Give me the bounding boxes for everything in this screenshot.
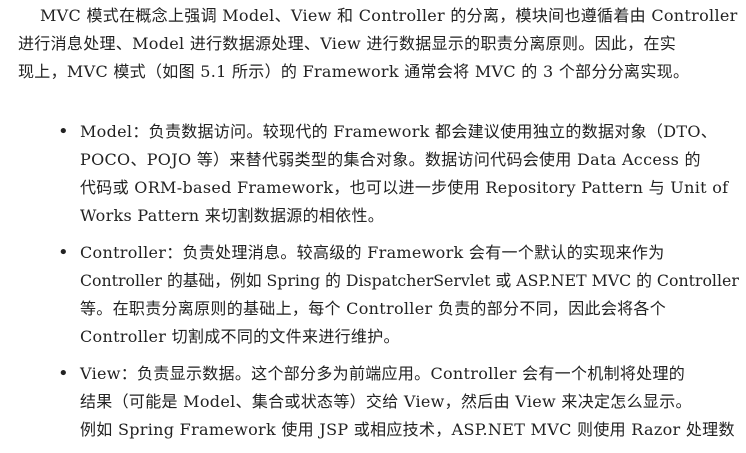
intro-line-1: MVC 模式在概念上强调 Model、View 和 Controller 的分离… — [40, 6, 738, 25]
intro-line-3: 现上，MVC 模式（如图 5.1 所示）的 Framework 通常会将 MVC… — [18, 62, 690, 81]
bullet-model: • — [58, 121, 69, 142]
view-line-1: View：负责显示数据。这个部分多为前端应用。Controller 会有一个机制… — [80, 364, 686, 383]
controller-line-3: 等。在职责分离原则的基础上，每个 Controller 负责的部分不同，因此会将… — [80, 299, 667, 318]
model-line-1: Model：负责数据访问。较现代的 Framework 都会建议使用独立的数据对… — [80, 122, 718, 141]
bullet-controller: • — [58, 242, 69, 263]
view-line-3: 例如 Spring Framework 使用 JSP 或相应技术，ASP.NET… — [80, 420, 735, 439]
view-line-2: 结果（可能是 Model、集合或状态等）交给 View，然后由 View 来决定… — [80, 392, 692, 411]
model-line-4: Works Pattern 来切割数据源的相依性。 — [80, 206, 385, 225]
bullet-view: • — [58, 363, 69, 384]
controller-line-1: Controller：负责处理消息。较高级的 Framework 会有一个默认的… — [80, 243, 665, 262]
controller-line-2: Controller 的基础，例如 Spring 的 DispatcherSer… — [80, 271, 739, 290]
document-page: MVC 模式在概念上强调 Model、View 和 Controller 的分离… — [0, 0, 746, 453]
model-line-3: 代码或 ORM-based Framework，也可以进一步使用 Reposit… — [80, 178, 729, 197]
controller-line-4: Controller 切割成不同的文件来进行维护。 — [80, 327, 400, 346]
model-line-2: POCO、POJO 等）来替代弱类型的集合对象。数据访问代码会使用 Data A… — [80, 150, 701, 169]
intro-line-2: 进行消息处理、Model 进行数据源处理、View 进行数据显示的职责分离原则。… — [18, 34, 677, 53]
